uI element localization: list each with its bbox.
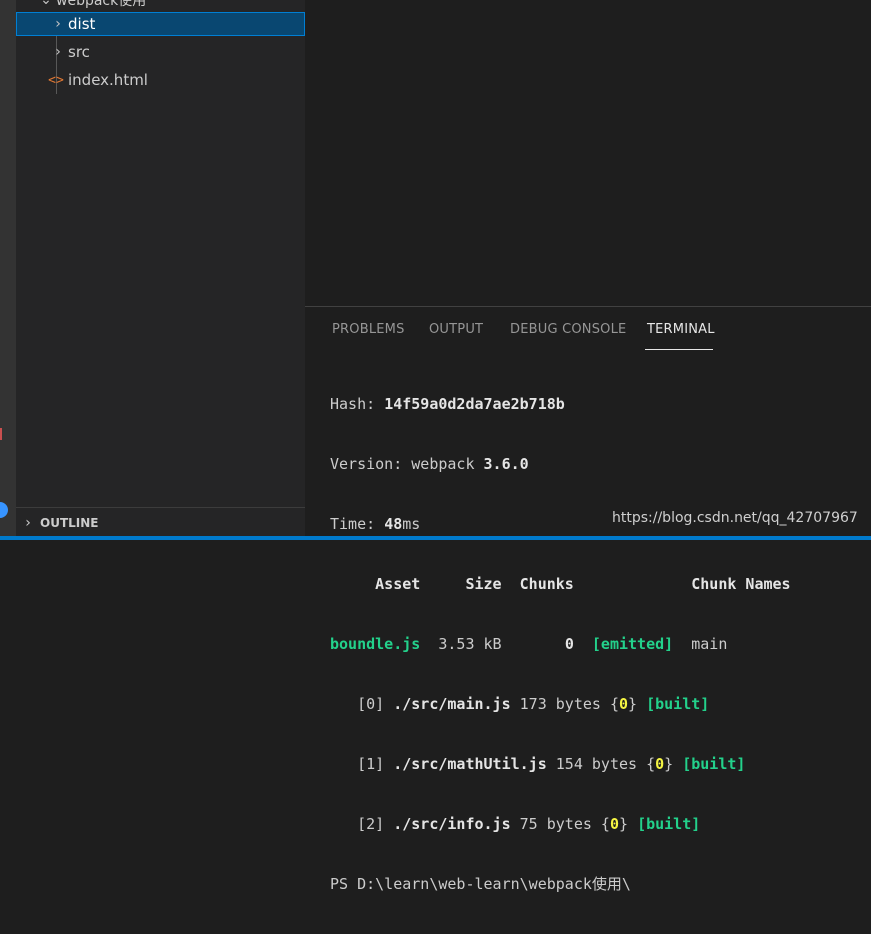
activity-bar bbox=[0, 0, 16, 540]
tree-item-label: dist bbox=[68, 15, 96, 33]
terminal-table-header: Asset Size Chunks Chunk Names bbox=[375, 575, 791, 593]
chevron-right-icon: › bbox=[55, 16, 61, 32]
tab-terminal[interactable]: TERMINAL bbox=[647, 322, 715, 337]
tab-debug-console[interactable]: DEBUG CONSOLE bbox=[510, 322, 626, 337]
tab-problems[interactable]: PROBLEMS bbox=[332, 322, 405, 337]
terminal-module-row: [2] ./src/info.js 75 bytes {0} [built] bbox=[357, 815, 701, 833]
tree-item-label: src bbox=[68, 43, 90, 61]
watermark-url: https://blog.csdn.net/qq_42707967 bbox=[612, 510, 858, 526]
active-tab-indicator bbox=[645, 349, 713, 350]
status-bar bbox=[0, 536, 871, 540]
tree-item-dist[interactable]: › dist bbox=[16, 12, 305, 36]
time-value: 48 bbox=[384, 515, 403, 533]
bottom-panel: PROBLEMS OUTPUT DEBUG CONSOLE TERMINAL H… bbox=[305, 306, 871, 893]
explorer-sidebar: ⌄ webpack使用 › dist › src <> index.html ›… bbox=[16, 0, 305, 540]
chevron-right-icon: › bbox=[25, 515, 31, 531]
terminal-line: Version: webpack 3.6.0 bbox=[330, 455, 529, 473]
outline-section-header[interactable]: › OUTLINE bbox=[16, 507, 305, 538]
terminal-module-row: [1] ./src/mathUtil.js 154 bytes {0} [bui… bbox=[357, 755, 746, 773]
root-folder-label: webpack使用 bbox=[56, 0, 147, 9]
editor-area bbox=[305, 0, 871, 306]
tab-output[interactable]: OUTPUT bbox=[429, 322, 483, 337]
chevron-down-icon: ⌄ bbox=[40, 0, 52, 8]
hash-value: 14f59a0d2da7ae2b718b bbox=[384, 395, 565, 413]
tree-item-src[interactable]: › src bbox=[16, 40, 305, 64]
terminal-output[interactable]: Hash: 14f59a0d2da7ae2b718b Version: webp… bbox=[330, 354, 871, 934]
terminal-asset-row: boundle.js 3.53 kB 0 [emitted] main bbox=[330, 635, 728, 653]
tree-item-label: index.html bbox=[68, 71, 148, 89]
terminal-module-row: [0] ./src/main.js 173 bytes {0} [built] bbox=[357, 695, 710, 713]
terminal-prompt: PS D:\learn\web-learn\webpack使用\ bbox=[330, 875, 631, 893]
panel-tabs: PROBLEMS OUTPUT DEBUG CONSOLE TERMINAL bbox=[305, 307, 871, 351]
activity-marker bbox=[0, 428, 2, 440]
tree-item-index-html[interactable]: <> index.html bbox=[16, 68, 305, 92]
html-file-icon: <> bbox=[48, 72, 64, 88]
explorer-root-folder[interactable]: ⌄ webpack使用 bbox=[16, 0, 305, 12]
chevron-right-icon: › bbox=[55, 44, 61, 60]
version-value: 3.6.0 bbox=[483, 455, 529, 473]
accounts-badge-icon[interactable] bbox=[0, 502, 8, 518]
terminal-line: Hash: 14f59a0d2da7ae2b718b bbox=[330, 395, 565, 413]
outline-label: OUTLINE bbox=[40, 516, 99, 530]
